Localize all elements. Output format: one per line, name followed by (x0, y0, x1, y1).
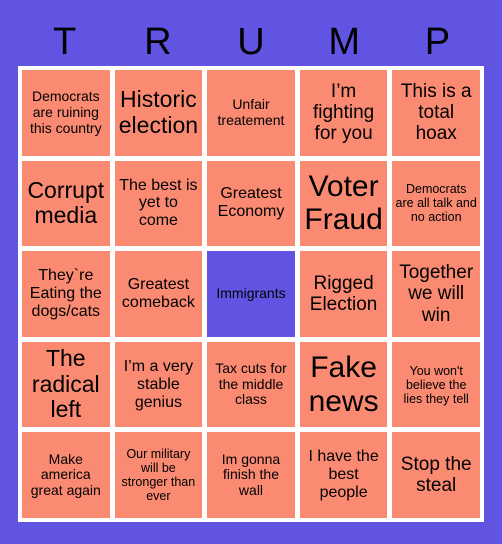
bingo-cell-label: I’m a very stable genius (123, 357, 194, 411)
bingo-cell-label: Democrats are all talk and no action (395, 182, 477, 225)
bingo-cell-label: Stop the steal (400, 453, 472, 497)
bingo-cell[interactable]: Corrupt media (22, 160, 110, 247)
bingo-cell[interactable]: The radical left (22, 341, 110, 428)
bingo-cell[interactable]: I’m fighting for you (299, 70, 388, 156)
bingo-cell-label: I have the best people (308, 448, 379, 502)
header-letter-2: R (144, 21, 172, 63)
bingo-cell[interactable]: They`re Eating the dogs/cats (22, 251, 110, 337)
bingo-cell-label: Im gonna finish the wall (221, 450, 281, 499)
bingo-cell[interactable]: Together we will win (392, 251, 480, 337)
bingo-cell[interactable]: Our military will be stronger than ever (114, 432, 203, 518)
bingo-card: T R U M P Democrats are ruining this cou… (0, 0, 502, 544)
bingo-cell-label: Voter Fraud (304, 169, 383, 237)
bingo-cell[interactable]: Greatest comeback (114, 251, 203, 337)
bingo-cell-label: Unfair treatement (217, 96, 285, 128)
bingo-cell[interactable]: Rigged Election (299, 251, 388, 337)
bingo-cell-label: Together we will win (399, 262, 474, 326)
bingo-cell[interactable]: Im gonna finish the wall (207, 432, 295, 518)
bingo-cell[interactable]: Greatest Economy (207, 160, 295, 247)
bingo-cell[interactable]: Immigrants (207, 251, 295, 337)
bingo-cell[interactable]: Make america great again (22, 432, 110, 518)
bingo-cell[interactable]: Unfair treatement (207, 70, 295, 156)
bingo-cell[interactable]: This is a total hoax (392, 70, 480, 156)
bingo-cell-label: I’m fighting for you (312, 80, 375, 145)
bingo-cell[interactable]: Stop the steal (392, 432, 480, 518)
bingo-cell-label: Make america great again (30, 450, 101, 499)
bingo-header: T R U M P (18, 18, 484, 66)
header-letter-3: U (237, 21, 265, 63)
bingo-cell[interactable]: Voter Fraud (299, 160, 388, 247)
bingo-cell-label: Our military will be stronger than ever (121, 447, 196, 504)
bingo-cell-label: They`re Eating the dogs/cats (29, 267, 102, 320)
bingo-cell-label: Immigrants (216, 285, 286, 302)
bingo-cell-label: Fake news (308, 351, 379, 418)
bingo-cell-label: Greatest Economy (217, 185, 285, 221)
bingo-cell-label: You won't believe the lies they tell (403, 363, 469, 406)
bingo-cell-label: Greatest comeback (121, 276, 195, 311)
bingo-cell[interactable]: I have the best people (299, 432, 388, 518)
bingo-cell-label: Rigged Election (309, 272, 378, 315)
bingo-cell-label: Historic election (118, 86, 199, 138)
bingo-cell[interactable]: Democrats are all talk and no action (392, 160, 480, 247)
bingo-cell-label: This is a total hoax (400, 80, 472, 145)
bingo-cell[interactable]: You won't believe the lies they tell (392, 341, 480, 428)
bingo-cell-label: Corrupt media (27, 176, 105, 229)
bingo-cell-label: The best is yet to come (119, 176, 198, 230)
bingo-cell-label: The radical left (31, 344, 100, 423)
bingo-cell-label: Democrats are ruining this country (30, 88, 102, 136)
header-letter-4: M (328, 21, 361, 63)
header-letter-5: P (424, 21, 451, 63)
bingo-cell[interactable]: I’m a very stable genius (114, 341, 203, 428)
bingo-cell[interactable]: The best is yet to come (114, 160, 203, 247)
bingo-cell[interactable]: Democrats are ruining this country (22, 70, 110, 156)
header-letter-1: T (52, 21, 77, 63)
bingo-cell[interactable]: Fake news (299, 341, 388, 428)
bingo-grid: Democrats are ruining this country Histor… (18, 66, 484, 522)
bingo-cell[interactable]: Historic election (114, 70, 203, 156)
bingo-cell-label: Tax cuts for the middle class (215, 360, 287, 408)
bingo-cell[interactable]: Tax cuts for the middle class (207, 341, 295, 428)
